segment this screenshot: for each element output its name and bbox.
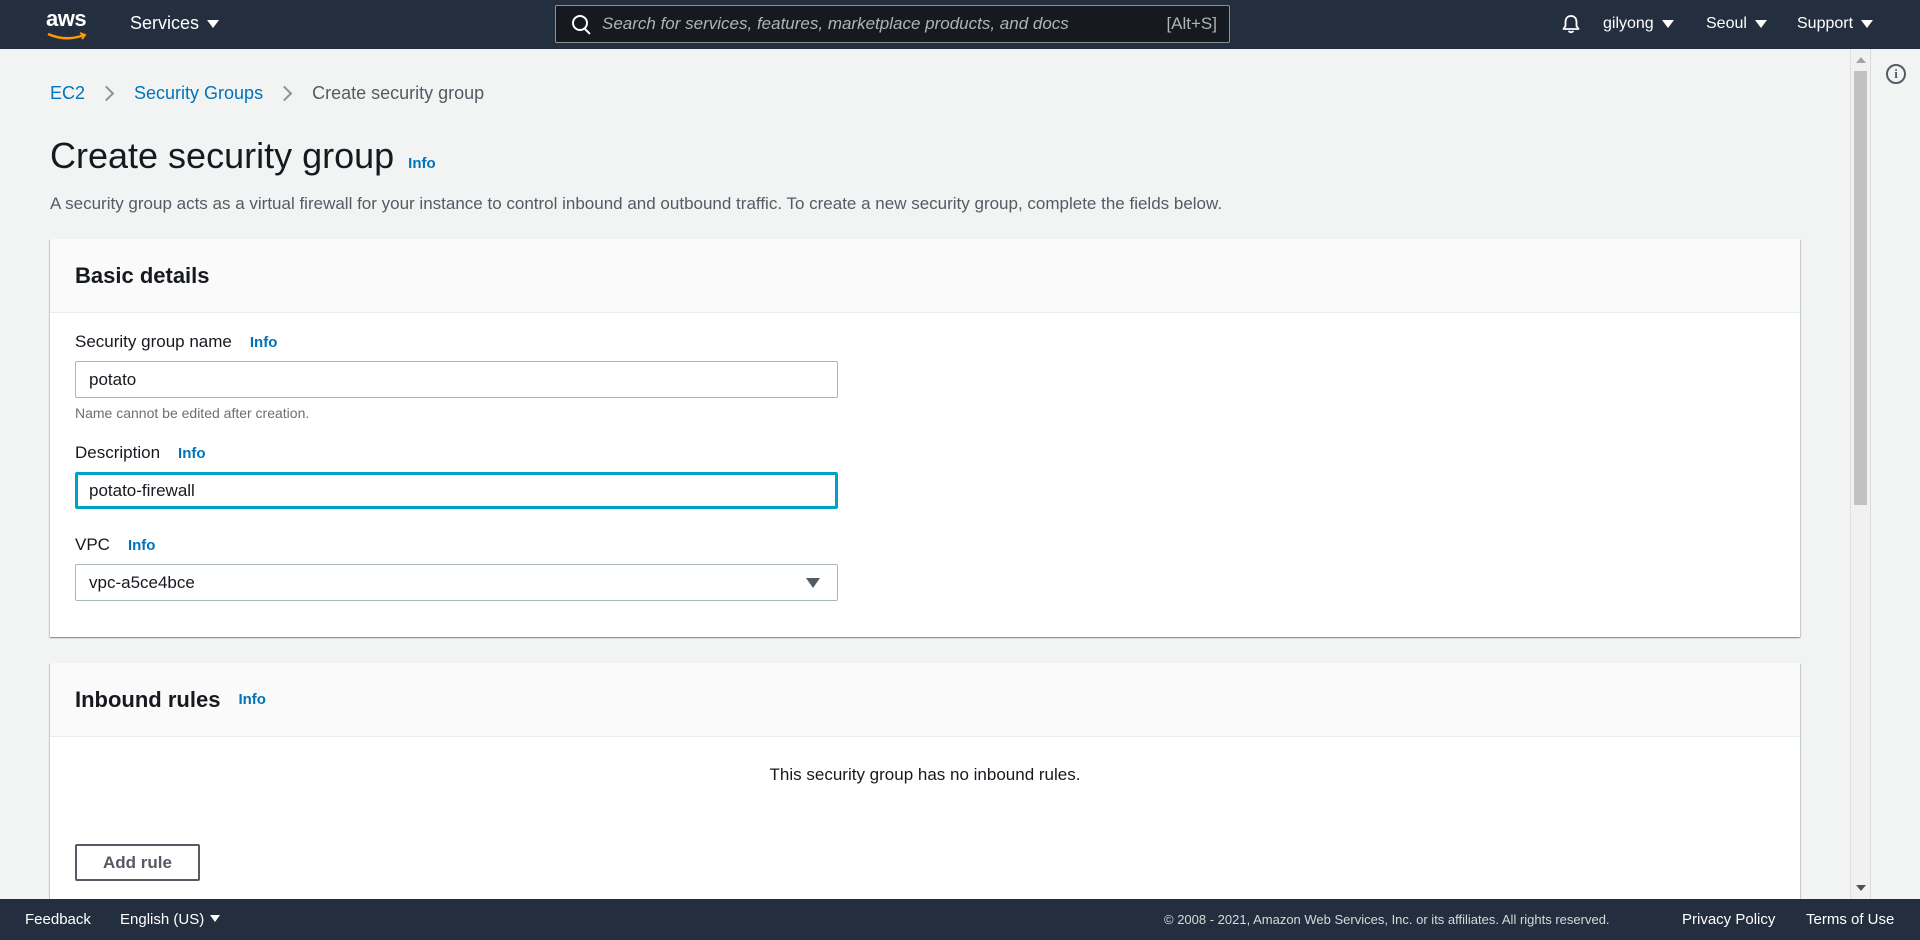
name-hint: Name cannot be edited after creation.	[75, 405, 310, 421]
basic-details-header: Basic details	[50, 239, 1800, 313]
page-title-row: Create security group Info	[50, 135, 436, 177]
aws-logo[interactable]: aws	[46, 6, 90, 41]
search-shortcut: [Alt+S]	[1166, 14, 1217, 33]
region-label: Seoul	[1706, 15, 1747, 32]
empty-rules-message: This security group has no inbound rules…	[769, 765, 1081, 784]
breadcrumb-security-groups[interactable]: Security Groups	[134, 83, 263, 104]
scroll-down-arrow-icon[interactable]	[1856, 885, 1866, 891]
caret-down-icon	[210, 915, 221, 922]
page-description: A security group acts as a virtual firew…	[50, 194, 1223, 213]
vpc-info-link[interactable]: Info	[128, 537, 156, 554]
description-info-link[interactable]: Info	[178, 445, 206, 462]
vpc-label: VPC	[75, 535, 110, 554]
support-menu[interactable]: Support	[1797, 15, 1874, 33]
services-label: Services	[130, 13, 200, 33]
language-selector[interactable]: English (US)	[120, 911, 221, 928]
security-group-name-input[interactable]	[75, 361, 838, 398]
basic-details-title: Basic details	[75, 262, 210, 288]
inbound-rules-info-link[interactable]: Info	[238, 691, 266, 708]
breadcrumb-ec2[interactable]: EC2	[50, 83, 85, 104]
bell-icon[interactable]	[1560, 13, 1582, 35]
vpc-field-label: VPC Info	[75, 535, 1775, 555]
scroll-up-arrow-icon[interactable]	[1856, 57, 1866, 63]
chevron-right-icon	[98, 85, 115, 102]
language-label: English (US)	[120, 911, 205, 928]
search-icon	[570, 13, 592, 35]
page-title: Create security group	[50, 135, 395, 176]
inbound-rules-body: This security group has no inbound rules…	[50, 737, 1800, 881]
user-menu[interactable]: gilyong	[1603, 15, 1674, 33]
vpc-select[interactable]: vpc-a5ce4bce	[75, 564, 838, 601]
aws-smile-icon	[47, 32, 87, 40]
caret-down-icon	[1754, 20, 1767, 28]
support-label: Support	[1797, 15, 1854, 32]
caret-down-icon	[1661, 20, 1674, 28]
name-label: Security group name	[75, 332, 232, 351]
scroll-thumb[interactable]	[1854, 71, 1867, 505]
tools-rail: i	[1870, 49, 1920, 899]
vpc-selected-value: vpc-a5ce4bce	[89, 572, 195, 592]
top-nav: aws Services [Alt+S] gilyong Seoul Suppo…	[0, 0, 1920, 49]
services-menu[interactable]: Services	[130, 13, 220, 34]
footer: Feedback English (US) © 2008 - 2021, Ama…	[0, 899, 1920, 940]
copyright-text: © 2008 - 2021, Amazon Web Services, Inc.…	[1164, 912, 1610, 927]
breadcrumb: EC2 Security Groups Create security grou…	[50, 83, 484, 104]
inbound-rules-panel: Inbound rules Info This security group h…	[50, 663, 1800, 899]
basic-details-body: Security group name Info Name cannot be …	[50, 332, 1800, 601]
terms-of-use-link[interactable]: Terms of Use	[1806, 911, 1894, 928]
chevron-right-icon	[276, 85, 293, 102]
basic-details-panel: Basic details Security group name Info N…	[50, 239, 1800, 637]
inbound-rules-title: Inbound rules	[75, 686, 221, 712]
page-info-link[interactable]: Info	[408, 155, 436, 172]
search-bar[interactable]: [Alt+S]	[555, 5, 1230, 43]
description-label: Description	[75, 443, 161, 462]
description-field-label: Description Info	[75, 443, 1775, 463]
name-field-label: Security group name Info	[75, 332, 1775, 352]
region-menu[interactable]: Seoul	[1706, 15, 1767, 33]
caret-down-icon	[207, 19, 220, 28]
caret-down-icon	[1861, 20, 1874, 28]
inbound-rules-header: Inbound rules Info	[50, 663, 1800, 737]
aws-logo-text: aws	[46, 6, 87, 31]
page-scrollbar[interactable]	[1850, 49, 1869, 899]
name-info-link[interactable]: Info	[250, 334, 278, 351]
feedback-link[interactable]: Feedback	[25, 911, 91, 928]
user-label: gilyong	[1603, 15, 1654, 32]
main-content: EC2 Security Groups Create security grou…	[0, 49, 1850, 899]
description-input[interactable]	[75, 472, 838, 509]
info-icon[interactable]: i	[1886, 64, 1906, 84]
privacy-policy-link[interactable]: Privacy Policy	[1682, 911, 1775, 928]
add-rule-button[interactable]: Add rule	[75, 844, 200, 881]
caret-down-icon	[806, 578, 820, 588]
breadcrumb-current: Create security group	[312, 83, 485, 103]
search-input[interactable]	[602, 14, 1167, 34]
